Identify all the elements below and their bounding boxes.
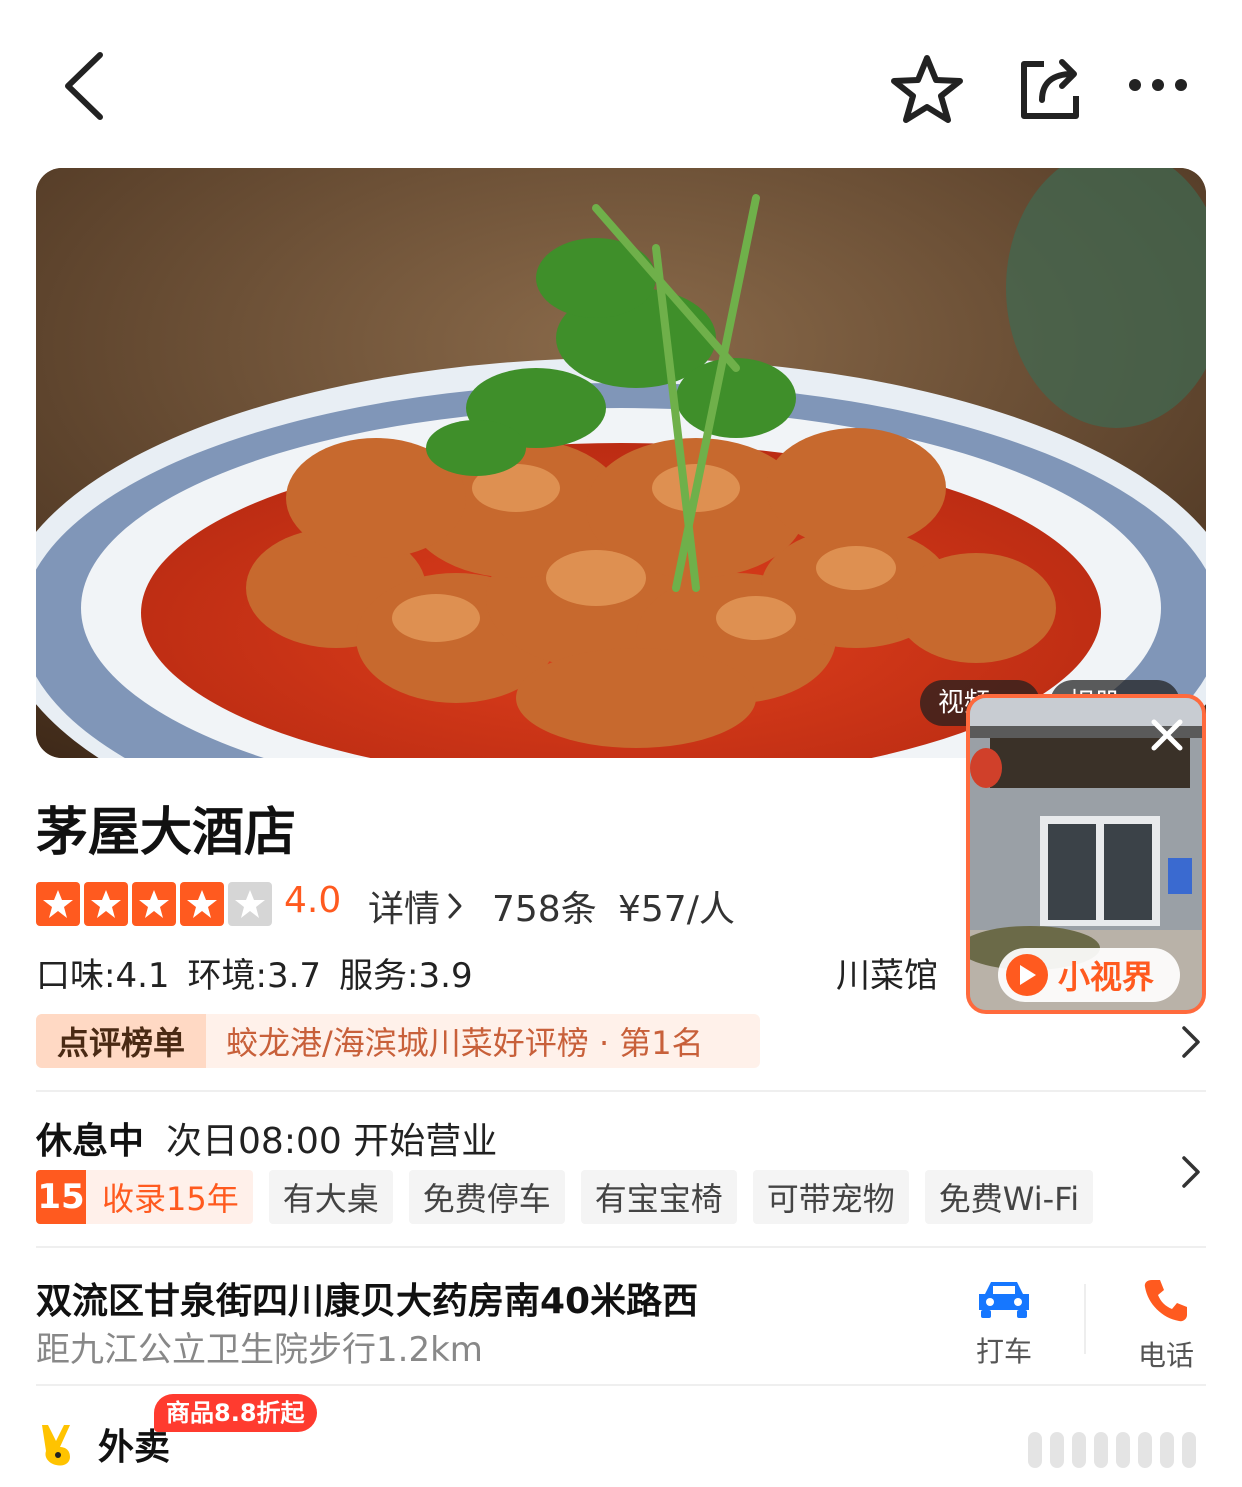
average-price: ¥57/人 (618, 889, 735, 930)
sub-scores: 口味:4.1 环境:3.7 服务:3.9 (36, 948, 473, 997)
delivery-promo-badge: 商品8.8折起 (154, 1394, 317, 1432)
close-mini-video-button[interactable] (1142, 710, 1192, 760)
action-separator (1084, 1284, 1086, 1354)
phone-label: 电话 (1137, 1339, 1194, 1372)
years-label: 收录15年 (102, 1180, 239, 1218)
taxi-button[interactable]: 打车 (954, 1276, 1054, 1370)
star-empty-icon (228, 882, 272, 926)
business-status[interactable]: 休息中 次日08:00 开始营业 (36, 1112, 497, 1164)
back-button[interactable] (48, 44, 118, 128)
divider (36, 1246, 1206, 1248)
rating-detail-link[interactable]: 详情 (368, 880, 464, 932)
rating-detail-label: 详情 (368, 889, 441, 930)
years-tag[interactable]: 15 收录15年 (36, 1170, 253, 1224)
service-score: 服务:3.9 (339, 956, 473, 996)
ranking-banner[interactable]: 点评榜单 蛟龙港/海滨城川菜好评榜 · 第1名 (36, 1014, 760, 1068)
ranking-text: 蛟龙港/海滨城川菜好评榜 · 第1名 (226, 1024, 704, 1062)
delivery-mascot-icon (42, 1425, 70, 1466)
shop-category: 川菜馆 (836, 956, 938, 996)
mini-video-badge-label: 小视界 (1058, 958, 1155, 996)
tag-free-parking[interactable]: 免费停车 (408, 1170, 565, 1224)
business-hours: 次日08:00 开始营业 (166, 1121, 498, 1162)
shop-name: 茅屋大酒店 (36, 803, 297, 863)
car-icon (979, 1282, 1029, 1318)
star-filled-icon (180, 882, 224, 926)
tag-free-wifi[interactable]: 免费Wi-Fi (924, 1170, 1094, 1224)
years-number: 15 (36, 1170, 86, 1224)
share-icon (1021, 59, 1079, 119)
rating-score: 4.0 (284, 880, 342, 921)
play-icon (1006, 954, 1048, 996)
more-dots-icon (1129, 79, 1187, 91)
divider (36, 1384, 1206, 1386)
chevron-right-icon (448, 893, 462, 919)
phone-button[interactable]: 电话 (1116, 1276, 1216, 1374)
hero-image[interactable] (36, 168, 1206, 758)
info-chevron-icon[interactable] (1172, 1152, 1208, 1192)
shop-distance: 距九江公立卫生院步行1.2km (36, 1330, 483, 1370)
tag-baby-chair[interactable]: 有宝宝椅 (580, 1170, 737, 1224)
tag-pets-allowed[interactable]: 可带宠物 (752, 1170, 909, 1224)
tag-large-table[interactable]: 有大桌 (268, 1170, 393, 1224)
watermark-logo (1028, 1432, 1196, 1468)
delivery-entry[interactable]: 外卖 (40, 1418, 170, 1470)
review-count[interactable]: 758条 (492, 880, 597, 932)
ranking-chevron-icon[interactable] (1172, 1022, 1208, 1062)
star-outline-icon (891, 55, 963, 123)
ranking-label: 点评榜单 (36, 1014, 206, 1068)
favorite-button[interactable] (884, 46, 970, 132)
braised-dish-photo (36, 168, 1206, 758)
phone-icon (1144, 1280, 1187, 1322)
business-state: 休息中 (36, 1121, 145, 1162)
share-button[interactable] (1008, 48, 1088, 128)
taste-score: 口味:4.1 (36, 956, 170, 996)
taxi-label: 打车 (975, 1335, 1032, 1368)
chevron-left-icon (65, 52, 103, 120)
mini-video-player[interactable]: 小视界 (966, 694, 1206, 1014)
more-button[interactable] (1120, 60, 1196, 110)
star-rating (36, 882, 272, 926)
star-filled-icon (36, 882, 80, 926)
divider (36, 1090, 1206, 1092)
mini-video-badge[interactable]: 小视界 (998, 948, 1180, 1002)
shop-address[interactable]: 双流区甘泉街四川康贝大药房南40米路西 (36, 1272, 698, 1324)
close-icon (1151, 719, 1183, 751)
feature-tags[interactable]: 15 收录15年 有大桌 免费停车 有宝宝椅 可带宠物 免费Wi-Fi (36, 1170, 1094, 1224)
environment-score: 环境:3.7 (187, 956, 322, 996)
star-filled-icon (84, 882, 128, 926)
star-filled-icon (132, 882, 176, 926)
